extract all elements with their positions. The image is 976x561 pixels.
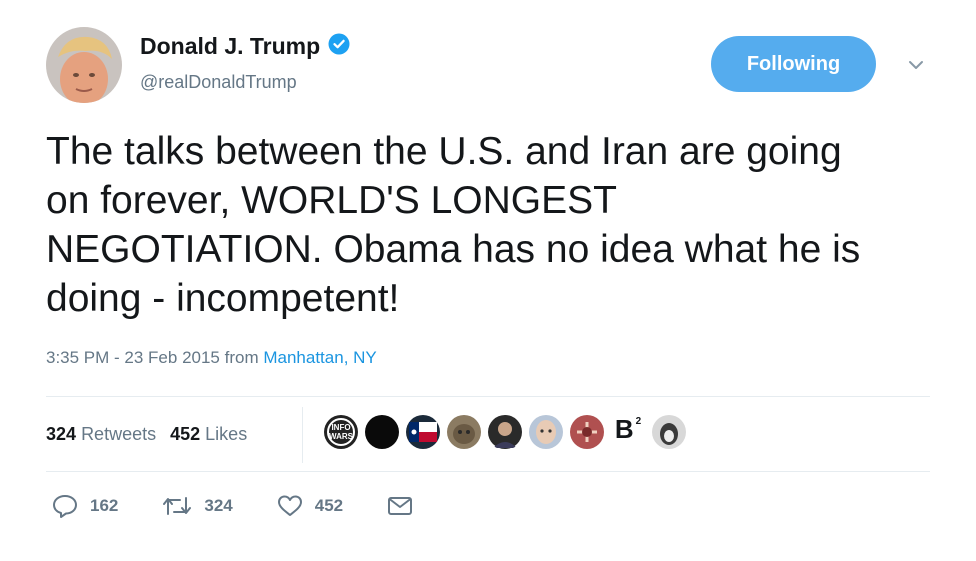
liker-avatar[interactable] <box>405 414 441 450</box>
tweet-location[interactable]: Manhattan, NY <box>263 348 376 367</box>
divider <box>46 471 930 472</box>
avatar[interactable] <box>46 27 122 103</box>
reply-button[interactable]: 162 <box>52 494 118 518</box>
liker-avatar[interactable] <box>487 414 523 450</box>
like-count: 452 <box>314 496 344 515</box>
like-button[interactable]: 452 <box>277 494 343 518</box>
liker-avatar[interactable] <box>569 414 605 450</box>
chevron-down-icon[interactable] <box>904 55 928 75</box>
retweet-icon <box>162 494 192 518</box>
svg-text:INFO: INFO <box>331 423 350 432</box>
retweet-button[interactable]: 324 <box>162 494 233 518</box>
retweets-stat[interactable]: 324 Retweets <box>46 424 156 445</box>
user-handle[interactable]: @realDonaldTrump <box>140 72 297 93</box>
heart-icon <box>277 494 303 518</box>
reply-count: 162 <box>90 496 119 515</box>
liker-avatar[interactable] <box>528 414 564 450</box>
name-row: Donald J. Trump <box>140 33 350 60</box>
tweet-metadata: 3:35 PM - 23 Feb 2015 from Manhattan, NY <box>46 348 377 368</box>
reply-icon <box>52 494 78 518</box>
liker-avatar[interactable] <box>446 414 482 450</box>
tweet-text: The talks between the U.S. and Iran are … <box>46 130 861 320</box>
likes-stat[interactable]: 452 Likes <box>170 424 247 445</box>
divider <box>46 396 930 397</box>
envelope-icon <box>387 495 413 517</box>
liker-avatars: INFO WARS B2 <box>323 414 687 450</box>
svg-text:WARS: WARS <box>329 432 354 441</box>
liker-avatar[interactable] <box>651 414 687 450</box>
liker-avatar[interactable] <box>364 414 400 450</box>
following-button[interactable]: Following <box>711 36 876 92</box>
liker-avatar-b2[interactable]: B2 <box>610 414 646 450</box>
divider <box>302 407 303 463</box>
verified-badge-icon <box>328 33 350 60</box>
display-name[interactable]: Donald J. Trump <box>140 33 320 60</box>
engagement-stats: 324 Retweets 452 Likes <box>46 424 247 445</box>
from-label: from <box>224 348 259 367</box>
direct-message-button[interactable] <box>387 495 413 517</box>
liker-avatar[interactable]: INFO WARS <box>323 414 359 450</box>
tweet-timestamp[interactable]: 3:35 PM - 23 Feb 2015 <box>46 348 220 367</box>
tweet-actions: 162 324 452 <box>52 494 457 518</box>
retweet-count: 324 <box>204 496 233 515</box>
